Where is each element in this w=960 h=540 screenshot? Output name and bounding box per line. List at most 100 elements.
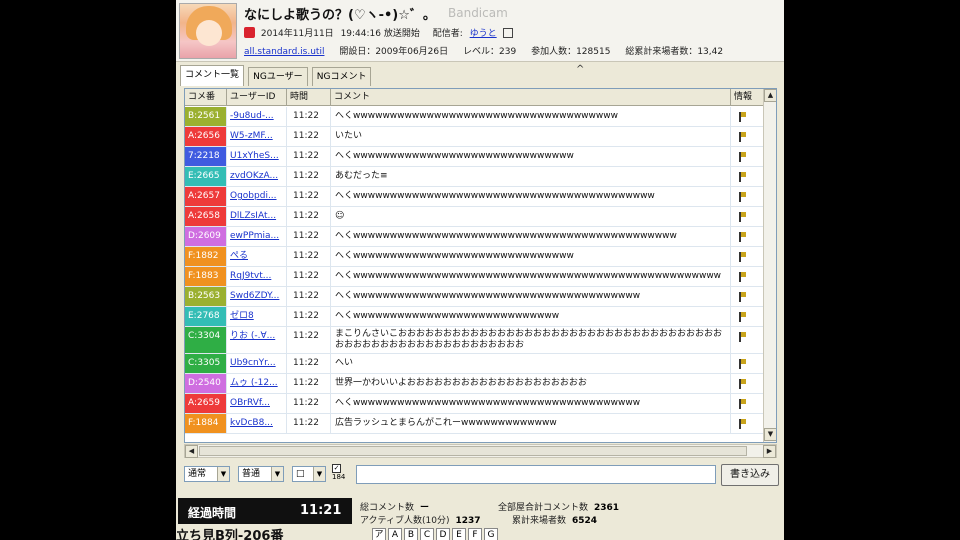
horizontal-scrollbar[interactable]: ◀ ▶ (184, 444, 777, 458)
comment-mode-select[interactable]: 通常 ▼ (184, 466, 230, 482)
user-id-link[interactable]: ぺる (227, 247, 287, 266)
user-id-link[interactable]: kvDcB8... (227, 414, 287, 433)
all-rooms-value: 2361 (594, 503, 620, 513)
flag-icon[interactable] (739, 192, 746, 202)
color-select[interactable]: □ ▼ (292, 466, 326, 482)
tab-ng-users[interactable]: NGユーザー (248, 67, 308, 86)
comment-number-cell: A:2657 (185, 187, 227, 206)
table-row[interactable]: A:2656 W5-zMF... 11:22 いたい (185, 127, 763, 147)
flag-icon[interactable] (739, 272, 746, 282)
user-id-link[interactable]: Ub9cnYr... (227, 354, 287, 373)
flag-icon[interactable] (739, 232, 746, 242)
flag-icon[interactable] (739, 212, 746, 222)
column-header-comment[interactable]: コメント (331, 89, 731, 106)
flag-icon[interactable] (739, 359, 746, 369)
table-row[interactable]: F:1883 RqJ9tvt... 11:22 へくwwwwwwwwwwwwwwwww… (185, 267, 763, 287)
comment-number-cell: C:3304 (185, 327, 227, 353)
flag-icon[interactable] (739, 312, 746, 322)
user-id-link[interactable]: Ogobpdi... (227, 187, 287, 206)
room-button[interactable]: D (436, 528, 450, 540)
submit-comment-button[interactable]: 書き込み (721, 464, 779, 486)
user-id-link[interactable]: zvdOKzA... (227, 167, 287, 186)
flag-icon[interactable] (739, 152, 746, 162)
user-id-link[interactable]: U1xYheS... (227, 147, 287, 166)
active-users-stat: アクティブ人数(10分) 1237 (360, 513, 481, 526)
room-button[interactable]: A (388, 528, 402, 540)
broadcaster-avatar[interactable] (179, 3, 237, 59)
user-id-link[interactable]: ゼロ8 (227, 307, 287, 326)
room-button[interactable]: F (468, 528, 482, 540)
room-button[interactable]: ア (372, 528, 386, 540)
table-row[interactable]: D:2540 ムゥ (-12... 11:22 世界一かわいいよおおおおおおおおおおお… (185, 374, 763, 394)
column-header-time[interactable]: 時間 (287, 89, 331, 106)
font-size-select[interactable]: 普通 ▼ (238, 466, 284, 482)
flag-icon[interactable] (739, 332, 746, 342)
room-button[interactable]: G (484, 528, 498, 540)
flag-icon[interactable] (739, 399, 746, 409)
flag-icon[interactable] (739, 292, 746, 302)
comment-text-cell: へくwwwwwwwwwwwwwwwwwwwwwwwwwwwwwwwwwwwwww… (331, 227, 731, 246)
user-id-link[interactable]: OBrRVf... (227, 394, 287, 413)
user-id-link[interactable]: W5-zMF... (227, 127, 287, 146)
comment-number-cell: F:1884 (185, 414, 227, 433)
user-id-link[interactable]: ewPPmia... (227, 227, 287, 246)
user-id-link[interactable]: りお (-.∀... (227, 327, 287, 353)
table-row[interactable]: D:2609 ewPPmia... 11:22 へくwwwwwwwwwwwwwwwww… (185, 227, 763, 247)
elapsed-time-panel: 経過時間 11:21 (178, 498, 352, 524)
user-id-link[interactable]: RqJ9tvt... (227, 267, 287, 286)
comment-input-bar: 通常 ▼ 普通 ▼ □ ▼ ✓ 184 書き込み (184, 464, 780, 486)
table-row[interactable]: A:2659 OBrRVf... 11:22 へくwwwwwwwwwwwwwwwwww… (185, 394, 763, 414)
flag-icon[interactable] (739, 112, 746, 122)
community-link[interactable]: all.standard.is.util (244, 47, 324, 57)
tab-comment-list[interactable]: コメント一覧 (180, 65, 245, 86)
table-row[interactable]: A:2657 Ogobpdi... 11:22 へくwwwwwwwwwwwwwwwww… (185, 187, 763, 207)
user-id-link[interactable]: -9u8ud-... (227, 107, 287, 126)
comment-text-cell: へくwwwwwwwwwwwwwwwwwwwwwwwwwwwwwwwwwwwwww… (331, 267, 731, 286)
flag-icon[interactable] (739, 379, 746, 389)
room-button[interactable]: C (420, 528, 434, 540)
table-row[interactable]: A:2658 DlLZsIAt... 11:22 ☺ (185, 207, 763, 227)
column-header-info[interactable]: 情報 (731, 89, 763, 106)
flag-icon[interactable] (739, 132, 746, 142)
table-row[interactable]: B:2561 -9u8ud-... 11:22 へくwwwwwwwwwwwwwwwww… (185, 107, 763, 127)
scroll-up-arrow-icon[interactable]: ▲ (764, 89, 776, 102)
broadcast-header: なにしよ歌うの？(♡ヽ-•)☆゛。 Bandicam 2014年11月11日 1… (176, 0, 784, 62)
user-id-link[interactable]: DlLZsIAt... (227, 207, 287, 226)
scroll-down-arrow-icon[interactable]: ▼ (764, 428, 776, 441)
comment-number-cell: E:2665 (185, 167, 227, 186)
table-row[interactable]: F:1882 ぺる 11:22 へくwwwwwwwwwwwwwwwwwwwwwwwww… (185, 247, 763, 267)
horizontal-scroll-thumb[interactable] (199, 446, 747, 456)
table-row[interactable]: C:3304 りお (-.∀... 11:22 まこりんさいこおおおおおおおおおおおお… (185, 327, 763, 354)
anonymous-checkbox[interactable]: ✓ 184 (332, 464, 345, 482)
column-header-user-id[interactable]: ユーザーID (227, 89, 287, 106)
table-row[interactable]: E:2768 ゼロ8 11:22 へくwwwwwwwwwwwwwwwwwwwwwwww… (185, 307, 763, 327)
flag-icon[interactable] (739, 419, 746, 429)
table-row[interactable]: F:1884 kvDcB8... 11:22 広告ラッシュとまらんがこれーwwwwww… (185, 414, 763, 434)
flag-icon[interactable] (739, 172, 746, 182)
info-cell (731, 167, 763, 186)
broadcaster-info-icon[interactable] (502, 27, 513, 38)
font-size-value: 普通 (242, 469, 261, 479)
flag-icon[interactable] (739, 252, 746, 262)
broadcaster-link[interactable]: ゆうと (470, 26, 497, 39)
user-id-link[interactable]: Swd6ZDY... (227, 287, 287, 306)
room-button[interactable]: B (404, 528, 418, 540)
user-id-link[interactable]: ムゥ (-12... (227, 374, 287, 393)
column-header-number[interactable]: コメ番 (185, 89, 227, 106)
table-row[interactable]: E:2665 zvdOKzA... 11:22 あむだった≡ (185, 167, 763, 187)
info-cell (731, 187, 763, 206)
scroll-right-arrow-icon[interactable]: ▶ (763, 445, 776, 458)
table-row[interactable]: 7:2218 U1xYheS... 11:22 へくwwwwwwwwwwwwwwwww… (185, 147, 763, 167)
lock-icon (244, 27, 255, 38)
room-button[interactable]: E (452, 528, 466, 540)
tab-ng-comments[interactable]: NGコメント (311, 67, 372, 86)
scroll-left-arrow-icon[interactable]: ◀ (185, 445, 198, 458)
table-row[interactable]: C:3305 Ub9cnYr... 11:22 へい (185, 354, 763, 374)
comment-input[interactable] (356, 465, 716, 484)
start-time: 19:44:16 放送開始 (340, 29, 420, 39)
vertical-scrollbar[interactable]: ▲ ▼ (763, 89, 776, 442)
comment-grid: コメ番 ユーザーID 時間 コメント 情報 B:2561 -9u8ud-... 11… (184, 88, 777, 443)
time-cell: 11:22 (287, 267, 331, 286)
table-row[interactable]: B:2563 Swd6ZDY... 11:22 へくwwwwwwwwwwwwwwwww… (185, 287, 763, 307)
broadcast-date: 2014年11月11日 (260, 29, 334, 39)
